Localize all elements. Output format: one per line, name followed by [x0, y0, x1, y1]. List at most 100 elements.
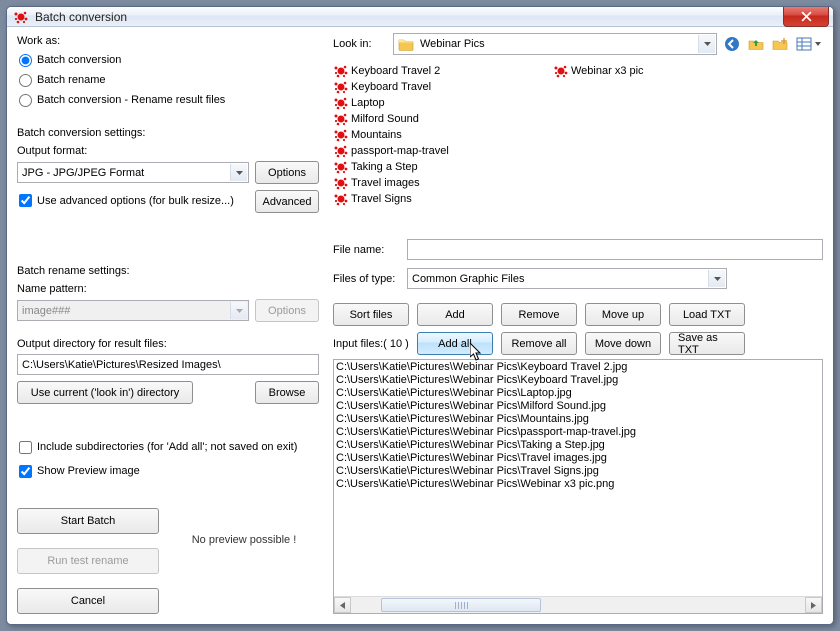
file-icon	[333, 127, 349, 143]
show-preview-label: Show Preview image	[37, 465, 140, 477]
chevron-down-icon[interactable]	[708, 270, 725, 287]
file-item[interactable]: passport-map-travel	[333, 143, 553, 159]
start-batch-button[interactable]: Start Batch	[17, 508, 159, 534]
file-browser-pane[interactable]: Keyboard Travel 2 Keyboard Travel Laptop Mi…	[333, 63, 823, 233]
list-item[interactable]: C:\Users\Katie\Pictures\Webinar Pics\Web…	[336, 478, 820, 491]
view-menu-icon[interactable]	[795, 35, 823, 53]
outdir-input[interactable]: C:\Users\Katie\Pictures\Resized Images\	[17, 354, 319, 375]
close-button[interactable]	[783, 7, 829, 27]
include-subdirs-checkbox[interactable]	[19, 441, 32, 454]
advanced-options-check[interactable]: Use advanced options (for bulk resize...…	[19, 192, 249, 210]
output-format-combo[interactable]: JPG - JPG/JPEG Format	[17, 162, 249, 183]
scroll-thumb[interactable]	[381, 598, 541, 612]
cancel-button[interactable]: Cancel	[17, 588, 159, 614]
file-icon	[333, 95, 349, 111]
remove-button[interactable]: Remove	[501, 303, 577, 326]
file-icon	[333, 63, 349, 79]
name-pattern-value: image###	[22, 305, 70, 317]
lookin-label: Look in:	[333, 38, 387, 50]
advanced-options-checkbox[interactable]	[19, 194, 32, 207]
list-item[interactable]: C:\Users\Katie\Pictures\Webinar Pics\Key…	[336, 374, 820, 387]
radio-batch-rename-input[interactable]	[19, 74, 32, 87]
radio-batch-both[interactable]: Batch conversion - Rename result files	[19, 91, 319, 109]
remove-all-button[interactable]: Remove all	[501, 332, 577, 355]
new-folder-icon[interactable]	[771, 35, 789, 53]
file-item[interactable]: Milford Sound	[333, 111, 553, 127]
right-panel: Look in: Webinar Pics Keyboard Travel 2K…	[333, 33, 823, 614]
list-item[interactable]: C:\Users\Katie\Pictures\Webinar Pics\Mou…	[336, 413, 820, 426]
load-txt-button[interactable]: Load TXT	[669, 303, 745, 326]
add-all-button[interactable]: Add all	[417, 332, 493, 355]
file-item-label: Travel images	[351, 177, 420, 189]
radio-batch-conversion[interactable]: Batch conversion	[19, 51, 319, 69]
sort-files-button[interactable]: Sort files	[333, 303, 409, 326]
chevron-down-icon[interactable]	[230, 164, 247, 181]
file-item-label: passport-map-travel	[351, 145, 449, 157]
pattern-label: Name pattern:	[17, 283, 319, 295]
preview-message: No preview possible !	[192, 534, 297, 546]
file-icon	[333, 143, 349, 159]
scroll-right-icon[interactable]	[805, 597, 822, 613]
file-item[interactable]: Taking a Step	[333, 159, 553, 175]
window-title: Batch conversion	[35, 10, 127, 24]
titlebar[interactable]: Batch conversion	[7, 7, 833, 27]
file-icon	[333, 175, 349, 191]
file-item[interactable]: Travel images	[333, 175, 553, 191]
radio-batch-rename[interactable]: Batch rename	[19, 71, 319, 89]
list-item[interactable]: C:\Users\Katie\Pictures\Webinar Pics\Mil…	[336, 400, 820, 413]
file-item[interactable]: Webinar x3 pic	[553, 63, 644, 79]
file-icon	[553, 63, 569, 79]
move-up-button[interactable]: Move up	[585, 303, 661, 326]
radio-batch-conversion-input[interactable]	[19, 54, 32, 67]
options-button[interactable]: Options	[255, 161, 319, 184]
run-test-rename-button: Run test rename	[17, 548, 159, 574]
list-item[interactable]: C:\Users\Katie\Pictures\Webinar Pics\Tak…	[336, 439, 820, 452]
lookin-combo[interactable]: Webinar Pics	[393, 33, 717, 55]
hscrollbar[interactable]	[334, 596, 822, 613]
include-subdirs-check[interactable]: Include subdirectories (for 'Add all'; n…	[19, 438, 319, 456]
filetype-combo[interactable]: Common Graphic Files	[407, 268, 727, 289]
file-item-label: Keyboard Travel 2	[351, 65, 440, 77]
list-item[interactable]: C:\Users\Katie\Pictures\Webinar Pics\Lap…	[336, 387, 820, 400]
file-icon	[333, 111, 349, 127]
use-current-dir-button[interactable]: Use current ('look in') directory	[17, 381, 193, 404]
radio-batch-rename-label: Batch rename	[37, 74, 105, 86]
chevron-down-icon[interactable]	[698, 35, 715, 53]
include-subdirs-label: Include subdirectories (for 'Add all'; n…	[37, 441, 297, 453]
scroll-left-icon[interactable]	[334, 597, 351, 613]
show-preview-checkbox[interactable]	[19, 465, 32, 478]
file-item[interactable]: Travel Signs	[333, 191, 553, 207]
list-item[interactable]: C:\Users\Katie\Pictures\Webinar Pics\Key…	[336, 361, 820, 374]
outfmt-label: Output format:	[17, 145, 319, 157]
move-down-button[interactable]: Move down	[585, 332, 661, 355]
add-button[interactable]: Add	[417, 303, 493, 326]
file-item-label: Laptop	[351, 97, 385, 109]
browse-button[interactable]: Browse	[255, 381, 319, 404]
file-item[interactable]: Mountains	[333, 127, 553, 143]
list-item[interactable]: C:\Users\Katie\Pictures\Webinar Pics\Tra…	[336, 465, 820, 478]
radio-batch-both-input[interactable]	[19, 94, 32, 107]
filetype-label: Files of type:	[333, 273, 407, 285]
file-item[interactable]: Laptop	[333, 95, 553, 111]
input-files-listbox[interactable]: C:\Users\Katie\Pictures\Webinar Pics\Key…	[333, 359, 823, 614]
filename-input[interactable]	[407, 239, 823, 260]
radio-batch-conversion-label: Batch conversion	[37, 54, 121, 66]
radio-batch-both-label: Batch conversion - Rename result files	[37, 94, 225, 106]
workas-label: Work as:	[17, 35, 319, 47]
list-item[interactable]: C:\Users\Katie\Pictures\Webinar Pics\pas…	[336, 426, 820, 439]
outdir-label: Output directory for result files:	[17, 338, 319, 350]
advanced-options-label: Use advanced options (for bulk resize...…	[37, 195, 234, 207]
lookin-value: Webinar Pics	[420, 38, 485, 50]
up-folder-icon[interactable]	[747, 35, 765, 53]
save-txt-button[interactable]: Save as TXT	[669, 332, 745, 355]
advanced-button[interactable]: Advanced	[255, 190, 319, 213]
show-preview-check[interactable]: Show Preview image	[19, 462, 319, 480]
file-item-label: Mountains	[351, 129, 402, 141]
file-item[interactable]: Keyboard Travel 2	[333, 63, 553, 79]
file-item[interactable]: Keyboard Travel	[333, 79, 553, 95]
list-item[interactable]: C:\Users\Katie\Pictures\Webinar Pics\Tra…	[336, 452, 820, 465]
file-item-label: Webinar x3 pic	[571, 65, 644, 77]
back-icon[interactable]	[723, 35, 741, 53]
folder-icon	[398, 37, 414, 51]
scroll-track[interactable]	[351, 597, 805, 613]
